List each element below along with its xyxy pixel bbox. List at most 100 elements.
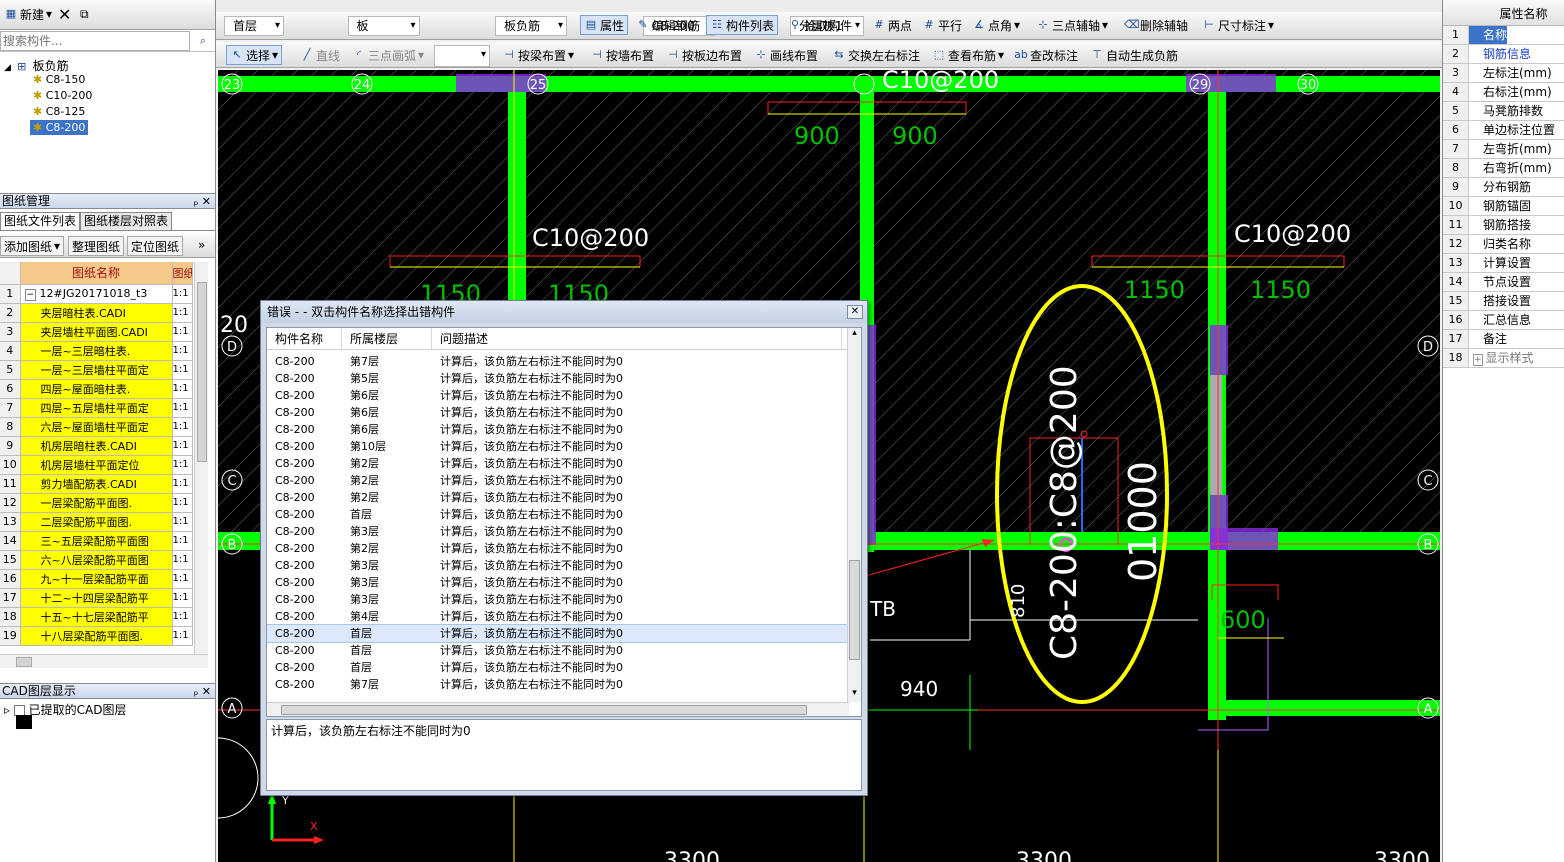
two-point-button[interactable]: # 两点	[868, 15, 916, 35]
dimension-button[interactable]: ⊢ 尺寸标注 ▾	[1198, 15, 1278, 35]
property-row[interactable]: 10 钢筋锚固	[1443, 197, 1564, 216]
error-row[interactable]: C8-200 首层 计算后，该负筋左右标注不能同时为0	[267, 642, 861, 659]
table-row[interactable]: 16 九~十一层梁配筋平面 1:1	[0, 569, 193, 589]
error-row[interactable]: C8-200 第7层 计算后，该负筋左右标注不能同时为0	[267, 676, 861, 693]
delete-icon[interactable]: ✕	[54, 4, 75, 24]
floor-select[interactable]: 首层	[224, 16, 284, 36]
point-angle-button[interactable]: ∡ 点角 ▾	[968, 15, 1024, 35]
error-row[interactable]: C8-200 第3层 计算后，该负筋左右标注不能同时为0	[267, 574, 861, 591]
drawing-name-cell[interactable]: 十八层梁配筋平面图.	[20, 626, 173, 646]
type-select[interactable]: 板	[347, 16, 420, 36]
error-component[interactable]: C8-200	[267, 506, 342, 523]
property-button[interactable]: ▤ 属性	[580, 15, 629, 35]
error-component[interactable]: C8-200	[267, 642, 342, 659]
arc-button[interactable]: ◜ 三点画弧 ▾	[348, 45, 428, 65]
error-row[interactable]: C8-200 第3层 计算后，该负筋左右标注不能同时为0	[267, 591, 861, 608]
error-component[interactable]: C8-200	[267, 608, 342, 625]
vscroll-thumb[interactable]	[849, 560, 860, 660]
beam-layout-button[interactable]: ⊣ 按梁布置 ▾	[498, 45, 578, 65]
error-list-hscroll[interactable]	[267, 702, 849, 716]
select-button[interactable]: ↖ 选择 ▾	[226, 45, 283, 65]
error-row[interactable]: C8-200 首层 计算后，该负筋左右标注不能同时为0	[267, 624, 861, 643]
pick-component-button[interactable]: ⚲ 拾取构件	[784, 15, 856, 35]
error-component[interactable]: C8-200	[267, 421, 342, 438]
error-row[interactable]: C8-200 第3层 计算后，该负筋左右标注不能同时为0	[267, 557, 861, 574]
drawing-name-cell[interactable]: 四层~屋面暗柱表.	[20, 379, 173, 399]
copy-icon[interactable]: ⧉	[76, 4, 93, 24]
error-row[interactable]: C8-200 第10层 计算后，该负筋左右标注不能同时为0	[267, 438, 861, 455]
table-row[interactable]: 19 十八层梁配筋平面图. 1:1	[0, 626, 193, 646]
property-row[interactable]: 17 备注	[1443, 330, 1564, 349]
error-row[interactable]: C8-200 第6层 计算后，该负筋左右标注不能同时为0	[267, 404, 861, 421]
table-row[interactable]: 13 二层梁配筋平面图. 1:1	[0, 512, 193, 532]
view-rebar-button[interactable]: ⬚ 查看布筋 ▾	[928, 45, 1008, 65]
error-row[interactable]: C8-200 第4层 计算后，该负筋左右标注不能同时为0	[267, 608, 861, 625]
add-drawing-button[interactable]: 添加图纸 ▾	[0, 236, 65, 256]
error-row[interactable]: C8-200 第6层 计算后，该负筋左右标注不能同时为0	[267, 387, 861, 404]
swap-annotation-button[interactable]: ⇆ 交换左右标注	[828, 45, 924, 65]
tree-item[interactable]: ✱ C8-125	[30, 104, 88, 119]
col-component-name[interactable]: 构件名称	[267, 328, 342, 349]
table-row[interactable]: 18 十五~十七层梁配筋平 1:1	[0, 607, 193, 627]
error-component[interactable]: C8-200	[267, 387, 342, 404]
table-row[interactable]: 6 四层~屋面暗柱表. 1:1	[0, 379, 193, 399]
drawing-name-cell[interactable]: 一层梁配筋平面图.	[20, 493, 173, 513]
col-floor[interactable]: 所属楼层	[342, 328, 432, 349]
error-component[interactable]: C8-200	[267, 574, 342, 591]
table-row[interactable]: 10 机房层墙柱平面定位 1:1	[0, 455, 193, 475]
tree-item[interactable]: ✱ C8-150	[30, 72, 88, 87]
dialog-close-button[interactable]: ✕	[847, 305, 863, 319]
error-component[interactable]: C8-200	[267, 523, 342, 540]
error-row[interactable]: C8-200 第2层 计算后，该负筋左右标注不能同时为0	[267, 472, 861, 489]
search-icon[interactable]: ⌕	[196, 34, 210, 48]
property-row[interactable]: 5 马凳筋排数	[1443, 102, 1564, 121]
error-component[interactable]: C8-200	[267, 438, 342, 455]
property-row[interactable]: 13 计算设置	[1443, 254, 1564, 273]
table-row[interactable]: 11 剪力墙配筋表.CADI 1:1	[0, 474, 193, 494]
tab-floor-mapping[interactable]: 图纸楼层对照表	[80, 212, 173, 230]
auto-generate-button[interactable]: ⊤ 自动生成负筋	[1086, 45, 1182, 65]
property-row[interactable]: 18 + 显示样式	[1443, 349, 1564, 368]
property-row[interactable]: 15 搭接设置	[1443, 292, 1564, 311]
drawing-name-cell[interactable]: 夹层墙柱平面图.CADI	[20, 322, 173, 342]
locate-drawing-button[interactable]: 定位图纸	[127, 236, 184, 256]
drawing-name-cell[interactable]: 夹层暗柱表.CADI	[20, 303, 173, 323]
property-row[interactable]: 6 单边标注位置	[1443, 121, 1564, 140]
error-row[interactable]: C8-200 第2层 计算后，该负筋左右标注不能同时为0	[267, 489, 861, 506]
error-row[interactable]: C8-200 首层 计算后，该负筋左右标注不能同时为0	[267, 659, 861, 676]
error-component[interactable]: C8-200	[267, 455, 342, 472]
error-component[interactable]: C8-200	[267, 489, 342, 506]
drawing-name-cell[interactable]: − 12#JG20171018_t3	[20, 284, 173, 304]
drawing-name-cell[interactable]: 一层~三层墙柱平面定	[20, 360, 173, 380]
error-row[interactable]: C8-200 第2层 计算后，该负筋左右标注不能同时为0	[267, 455, 861, 472]
property-row[interactable]: 3 左标注(mm)	[1443, 64, 1564, 83]
edit-rebar-button[interactable]: ✎ 编辑钢筋	[632, 15, 704, 35]
pin-close-icons-2[interactable]: ₚ ✕	[194, 684, 211, 699]
table-row[interactable]: 8 六层~屋面墙柱平面定 1:1	[0, 417, 193, 437]
error-component[interactable]: C8-200	[267, 370, 342, 387]
drawing-name-cell[interactable]: 机房层暗柱表.CADI	[20, 436, 173, 456]
organize-drawing-button[interactable]: 整理图纸	[68, 236, 125, 256]
table-row[interactable]: 7 四层~五层墙柱平面定 1:1	[0, 398, 193, 418]
drawing-scrollbar[interactable]	[194, 262, 208, 654]
property-row[interactable]: 16 汇总信息	[1443, 311, 1564, 330]
new-button[interactable]: ▦ 新建 ▾	[0, 4, 56, 24]
hscroll-thumb[interactable]	[16, 657, 32, 667]
error-row[interactable]: C8-200 第7层 计算后，该负筋左右标注不能同时为0	[267, 353, 861, 370]
drawing-name-cell[interactable]: 机房层墙柱平面定位	[20, 455, 173, 475]
property-row[interactable]: 9 分布钢筋	[1443, 178, 1564, 197]
col-header-name[interactable]: 图纸名称	[20, 262, 173, 285]
table-row[interactable]: 15 六~八层梁配筋平面图 1:1	[0, 550, 193, 570]
search-input[interactable]	[0, 31, 190, 51]
table-row[interactable]: 5 一层~三层墙柱平面定 1:1	[0, 360, 193, 380]
parallel-button[interactable]: # 平行	[918, 15, 966, 35]
arc-option-select[interactable]	[434, 45, 490, 67]
property-row[interactable]: 1 名称	[1443, 26, 1564, 45]
slab-edge-layout-button[interactable]: ⊣ 按板边布置	[662, 45, 746, 65]
col-header-scale[interactable]: 图纸	[172, 262, 193, 285]
table-row[interactable]: 17 十二~十四层梁配筋平 1:1	[0, 588, 193, 608]
tab-drawing-list[interactable]: 图纸文件列表	[0, 212, 81, 230]
error-component[interactable]: C8-200	[267, 540, 342, 557]
component-list-button[interactable]: ☷ 构件列表	[706, 15, 779, 35]
tree-item[interactable]: ✱ C8-200	[30, 120, 89, 135]
